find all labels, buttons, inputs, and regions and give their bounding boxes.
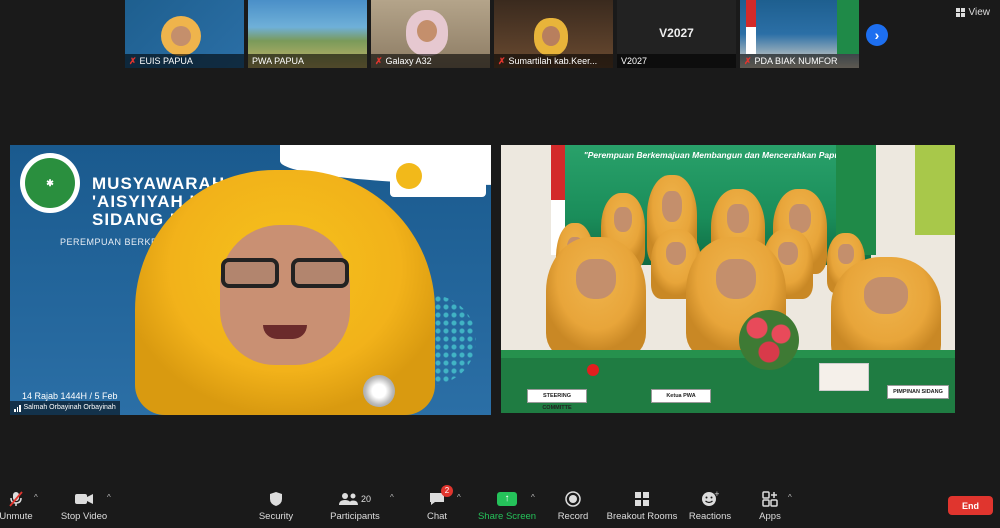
participant-placeholder-label: V2027 [659,26,694,40]
svg-text:+: + [714,491,719,498]
apps-options-caret[interactable]: ^ [788,493,792,502]
zoom-meeting-window: ✗ EUIS PAPUA PWA PAPUA ✗ Galaxy A32 ✗ Sumar… [0,0,1000,528]
mic-muted-icon: ✗ [129,56,137,66]
participant-name: V2027 [617,54,736,68]
smiley-plus-icon: + [701,490,719,508]
chat-unread-badge: 2 [441,485,453,497]
mic-muted-icon: ✗ [375,56,383,66]
record-button[interactable]: Record [557,490,589,522]
flower-arrangement [739,310,799,370]
participant-name: PWA PAPUA [248,54,367,68]
window-curtain [915,145,955,235]
video-options-caret[interactable]: ^ [107,493,111,502]
participant-name: ✗ Galaxy A32 [371,54,490,68]
record-icon [565,490,581,508]
reactions-button[interactable]: + Reactions [689,490,731,522]
grid-icon [955,8,965,17]
aisyiyah-logo: ✱ [20,153,80,213]
participants-button[interactable]: 20 Participants [330,490,380,522]
apps-icon [762,490,778,508]
participants-options-caret[interactable]: ^ [390,493,394,502]
plaque-steering-committe: STEERING COMMITTE [527,389,587,411]
speaker-name-tag: Salmah Orbayinah Orbayinah [10,401,120,415]
breakout-rooms-icon [634,490,650,508]
mic-off-icon [9,490,23,508]
tissue-box [819,363,869,391]
participant-thumb-3[interactable]: ✗ Galaxy A32 [371,0,490,68]
unmute-button[interactable]: Unmute [0,490,33,522]
speaker-video-person [135,170,435,415]
audio-options-caret[interactable]: ^ [34,493,38,502]
banner-date: 14 Rajab 1444H / 5 Feb [22,391,118,401]
chat-button[interactable]: 2 Chat [424,485,453,522]
people-icon: 20 [338,490,371,508]
meeting-toolbar: Unmute ^ Stop Video ^ Security 20 Partic… [0,484,1000,528]
participant-thumb-6[interactable]: ✗ PDA BIAK NUMFOR [740,0,859,68]
attendee [546,237,646,357]
participant-name: ✗ EUIS PAPUA [125,54,244,68]
next-page-button[interactable]: › [866,24,888,46]
mic-muted-icon: ✗ [744,56,752,66]
participant-thumb-2[interactable]: PWA PAPUA [248,0,367,68]
security-button[interactable]: Security [258,490,294,522]
shield-icon [269,490,283,508]
chat-options-caret[interactable]: ^ [457,493,461,502]
chevron-right-icon: › [874,27,880,43]
view-button[interactable]: View [955,7,991,18]
room-video-tile[interactable]: "Perempuan Berkemajuan Membangun dan Men… [501,145,955,413]
breakout-rooms-button[interactable]: Breakout Rooms [607,490,677,522]
stage-banner-caption: "Perempuan Berkemajuan Membangun dan Men… [583,150,849,160]
participant-name: ✗ Sumartilah kab.Keer... [494,54,613,68]
apps-button[interactable]: Apps [758,490,782,522]
chat-bubble-icon: 2 [429,485,453,508]
participant-thumb-5[interactable]: V2027 V2027 [617,0,736,68]
stop-video-button[interactable]: Stop Video [60,490,108,522]
microphone [587,364,599,376]
end-meeting-button[interactable]: End [948,496,993,515]
plaque-pimpinan-sidang: PIMPINAN SIDANG [887,385,949,399]
share-screen-button[interactable]: ↑ Share Screen [478,490,536,522]
share-screen-icon: ↑ [497,490,517,508]
audio-level-icon [14,404,21,412]
participants-count: 20 [360,494,371,504]
mic-muted-icon: ✗ [498,56,506,66]
participant-thumb-4[interactable]: ✗ Sumartilah kab.Keer... [494,0,613,68]
speaker-video-tile[interactable]: ✱ MUSYAWARAH WILAYAH 'AISYIYAH KE- SIDAN… [10,145,491,415]
plaque-ketua-pwa: Ketua PWA [651,389,711,403]
view-label: View [968,7,991,18]
participant-thumb-1[interactable]: ✗ EUIS PAPUA [125,0,244,68]
video-camera-icon [75,490,93,508]
participant-strip: ✗ EUIS PAPUA PWA PAPUA ✗ Galaxy A32 ✗ Sumar… [125,0,859,68]
participant-name: ✗ PDA BIAK NUMFOR [740,54,859,68]
share-options-caret[interactable]: ^ [531,493,535,502]
